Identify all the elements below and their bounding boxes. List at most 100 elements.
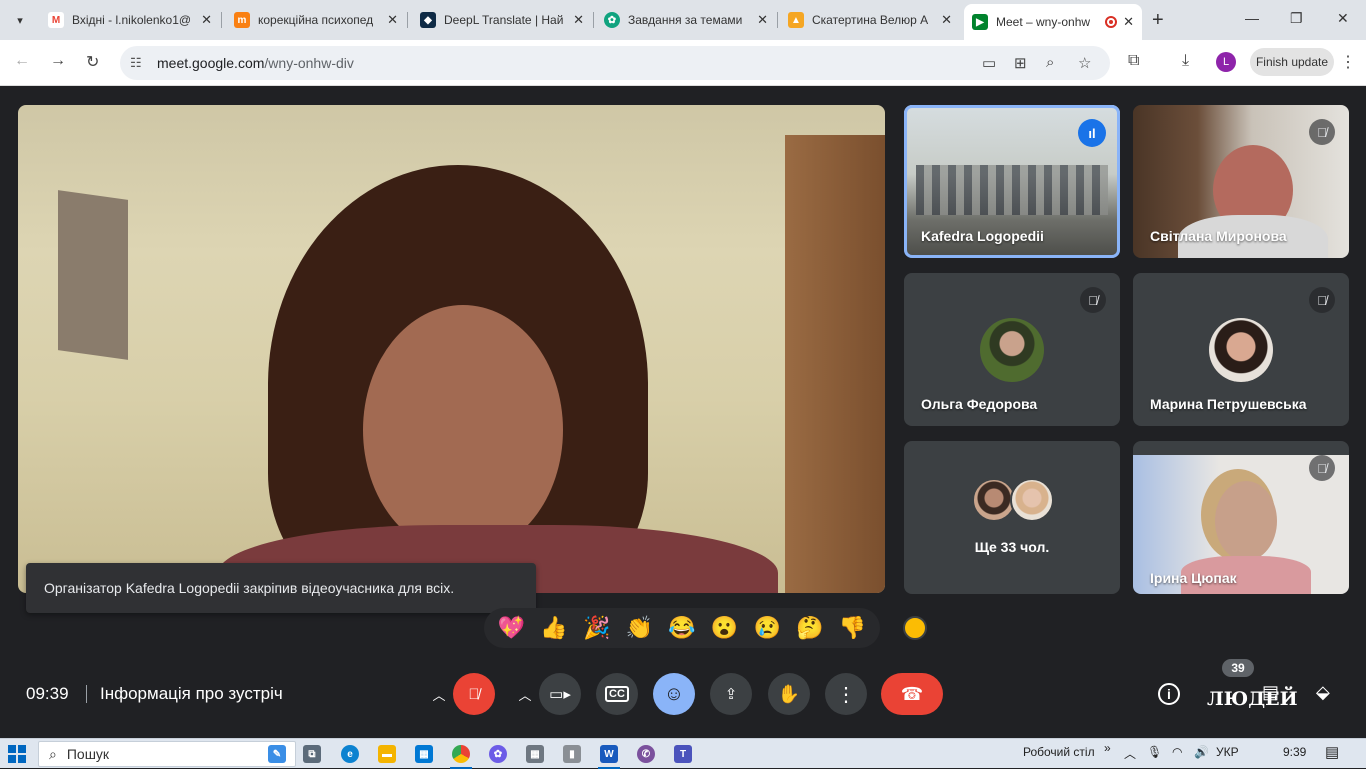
- tab-chatgpt[interactable]: ✿ Завдання за темами ✕: [596, 6, 776, 34]
- reaction-heart-button[interactable]: 💖: [498, 617, 525, 639]
- reaction-clap-button[interactable]: 👏: [626, 617, 653, 639]
- desktop-toolbar-label[interactable]: Робочий стіл: [1023, 745, 1095, 759]
- bookmark-star-icon[interactable]: ☆: [1078, 54, 1091, 72]
- participant-video-feed: [363, 305, 563, 555]
- reaction-thumbs-down-button[interactable]: 👎: [839, 617, 866, 639]
- pinned-notification: Організатор Kafedra Logopedii закріпив в…: [26, 563, 536, 613]
- forward-button[interactable]: →: [50, 52, 66, 70]
- participant-video-feed: [1215, 481, 1277, 561]
- task-view-icon[interactable]: ⧉: [303, 745, 321, 763]
- captions-button[interactable]: CC: [596, 673, 638, 715]
- camera-toggle-button[interactable]: ▭▸: [539, 673, 581, 715]
- close-icon[interactable]: ✕: [387, 12, 398, 28]
- back-button[interactable]: ←: [14, 52, 30, 70]
- windows-start-button[interactable]: [8, 745, 26, 763]
- notifications-icon[interactable]: ▤: [1325, 743, 1339, 761]
- reaction-thumbs-up-button[interactable]: 👍: [540, 617, 567, 639]
- taskbar-search[interactable]: ⌕ Пошук: [38, 741, 296, 767]
- edge-icon[interactable]: e: [341, 745, 359, 763]
- microphone-icon[interactable]: 🎙: [1147, 745, 1162, 759]
- camera-icon[interactable]: ▭: [982, 54, 996, 72]
- reaction-sad-button[interactable]: 😢: [754, 617, 781, 639]
- reload-button[interactable]: ↻: [86, 52, 99, 72]
- mic-off-icon: 🎙̸: [468, 685, 480, 703]
- more-options-button[interactable]: ⋮: [825, 673, 867, 715]
- meeting-details-button[interactable]: i: [1158, 683, 1180, 705]
- teams-icon[interactable]: T: [674, 745, 692, 763]
- video-background: [58, 190, 128, 360]
- reaction-surprised-button[interactable]: 😮: [711, 617, 738, 639]
- people-button[interactable]: ЛЮДЕЙ: [1207, 688, 1298, 710]
- reaction-thinking-button[interactable]: 🤔: [796, 617, 823, 639]
- avatar: [1010, 478, 1054, 522]
- participant-name: Світлана Миронова: [1150, 228, 1287, 244]
- site-info-icon[interactable]: ☷: [130, 55, 142, 71]
- download-icon[interactable]: ⤓: [1182, 52, 1189, 70]
- deepl-icon: ◆: [420, 12, 436, 28]
- extensions-icon[interactable]: ⧉: [1128, 52, 1139, 70]
- chevron-up-icon[interactable]: ︿: [1124, 745, 1136, 762]
- close-icon[interactable]: ✕: [757, 12, 768, 28]
- close-icon[interactable]: ✕: [941, 12, 952, 28]
- tab-deepl[interactable]: ◆ DeepL Translate | Най ✕: [412, 6, 592, 34]
- activities-icon[interactable]: ⬙: [1316, 682, 1330, 703]
- new-tab-button[interactable]: +: [1152, 10, 1164, 30]
- close-icon[interactable]: ✕: [1123, 14, 1134, 30]
- profile-avatar[interactable]: L: [1216, 52, 1236, 72]
- address-bar[interactable]: ☷ meet.google.com/wny-onhw-div ▭ ⊞ ⌕ ☆: [120, 46, 1110, 80]
- participant-tile[interactable]: 🎙̸ Ірина Цюпак: [1133, 441, 1349, 594]
- tab-shop[interactable]: ▲ Скатертина Велюр А ✕: [780, 6, 960, 34]
- calculator-icon[interactable]: ▦: [526, 745, 544, 763]
- tab-moodle[interactable]: m корекційна психопед ✕: [226, 6, 406, 34]
- app-icon[interactable]: ✿: [489, 745, 507, 763]
- leave-call-button[interactable]: ☎: [881, 673, 943, 715]
- participant-name: Ірина Цюпак: [1150, 570, 1237, 586]
- video-options-chevron-icon[interactable]: ︿: [512, 681, 538, 707]
- restore-button[interactable]: ❐: [1290, 10, 1303, 27]
- participant-tile[interactable]: ıl Kafedra Logopedii: [904, 105, 1120, 258]
- tab-search-button[interactable]: ▾: [8, 8, 32, 32]
- chat-icon[interactable]: ▤: [1262, 682, 1279, 703]
- participant-tile[interactable]: 🎙̸ Марина Петрушевська: [1133, 273, 1349, 426]
- reaction-party-button[interactable]: 🎉: [583, 617, 610, 639]
- language-indicator[interactable]: УКР: [1216, 745, 1239, 759]
- usb-icon[interactable]: ▮: [563, 745, 581, 763]
- close-icon[interactable]: ✕: [201, 12, 212, 28]
- tab-meet[interactable]: ▶ Meet – wny-onhw ✕: [964, 4, 1142, 40]
- close-icon[interactable]: ✕: [573, 12, 584, 28]
- reaction-laugh-button[interactable]: 😂: [668, 617, 695, 639]
- search-highlight-icon[interactable]: ✎: [268, 745, 286, 763]
- close-window-button[interactable]: ✕: [1337, 10, 1349, 27]
- zoom-icon[interactable]: ⌕: [1046, 54, 1054, 71]
- minimize-button[interactable]: —: [1245, 10, 1259, 26]
- file-explorer-icon[interactable]: ▬: [378, 745, 396, 763]
- raise-hand-button[interactable]: ✋: [768, 673, 810, 715]
- chrome-icon[interactable]: [450, 745, 472, 769]
- wifi-icon[interactable]: ◠: [1172, 745, 1182, 759]
- store-icon[interactable]: ▦: [415, 745, 433, 763]
- mic-toggle-button[interactable]: 🎙̸: [453, 673, 495, 715]
- meeting-clock: 09:39: [26, 684, 69, 703]
- videocam-icon: ▭▸: [549, 686, 571, 703]
- video-background: [785, 135, 885, 593]
- chevron-right-icon[interactable]: »: [1104, 741, 1111, 755]
- finish-update-button[interactable]: Finish update: [1250, 48, 1334, 76]
- reactions-button[interactable]: ☺: [653, 673, 695, 715]
- skin-tone-picker[interactable]: [903, 616, 927, 640]
- volume-icon[interactable]: 🔊: [1194, 745, 1209, 759]
- taskbar-clock[interactable]: 9:39: [1283, 745, 1306, 759]
- browser-menu-icon[interactable]: ⋮: [1340, 52, 1356, 72]
- participant-tile[interactable]: 🎙̸ Ольга Федорова: [904, 273, 1120, 426]
- people-count-badge: 39: [1222, 659, 1254, 677]
- translate-icon[interactable]: ⊞: [1014, 54, 1027, 72]
- mic-off-icon: 🎙̸: [1309, 455, 1335, 481]
- pinned-video[interactable]: [18, 105, 885, 593]
- present-screen-button[interactable]: ⇪: [710, 673, 752, 715]
- viber-icon[interactable]: ✆: [637, 745, 655, 763]
- participant-tile[interactable]: 🎙̸ Світлана Миронова: [1133, 105, 1349, 258]
- closed-captions-icon: CC: [605, 686, 629, 702]
- more-participants-tile[interactable]: Ще 33 чол.: [904, 441, 1120, 594]
- word-icon[interactable]: W: [598, 745, 620, 769]
- audio-options-chevron-icon[interactable]: ︿: [426, 681, 452, 707]
- tab-gmail[interactable]: M Вхідні - l.nikolenko1@ ✕: [40, 6, 220, 34]
